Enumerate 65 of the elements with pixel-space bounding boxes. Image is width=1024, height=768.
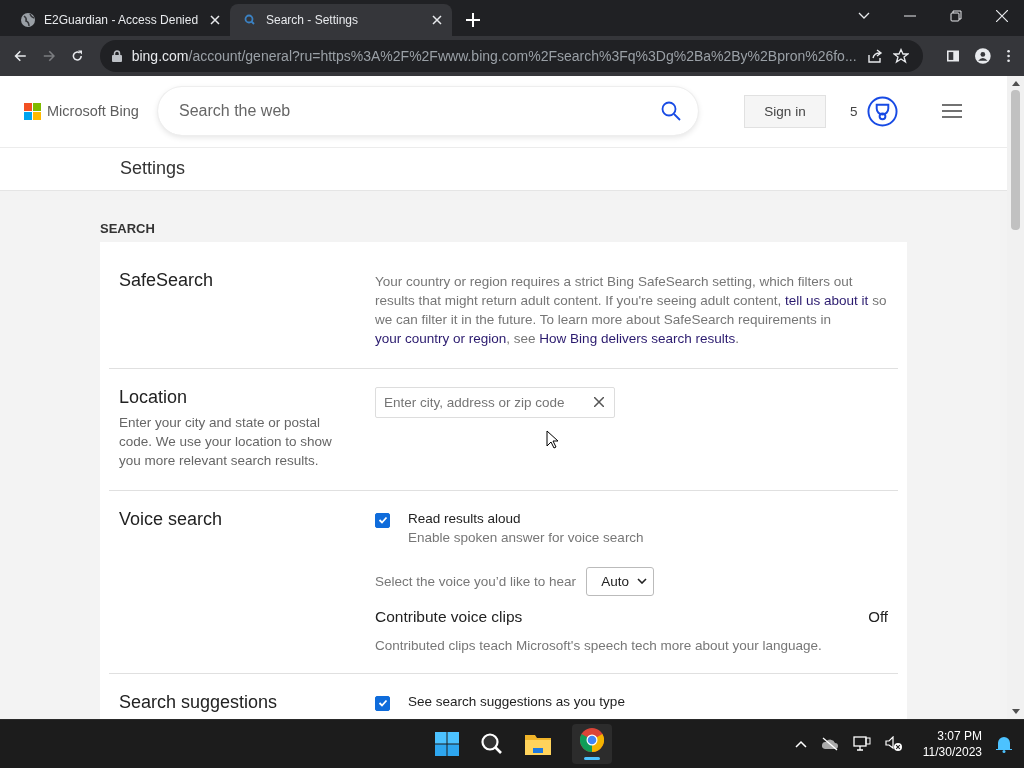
trophy-icon[interactable] xyxy=(866,95,898,127)
close-icon[interactable] xyxy=(432,14,442,25)
speaker-muted-icon[interactable] xyxy=(884,736,903,753)
close-icon[interactable] xyxy=(996,10,1008,22)
checkbox[interactable] xyxy=(375,512,390,528)
setting-description: Enter your city and state or postal code. We use your location to show you more relevant search results. xyxy=(119,413,333,470)
logo-text[interactable]: Microsoft Bing xyxy=(47,103,139,120)
setting-title: Voice search xyxy=(119,508,224,530)
checkbox-label: See search suggestions as you type xyxy=(408,692,625,711)
setting-title: SafeSearch xyxy=(119,269,215,291)
voice-dropdown[interactable]: Auto xyxy=(586,566,655,596)
windows-logo-icon xyxy=(24,102,41,120)
new-tab-icon[interactable] xyxy=(466,12,480,27)
chrome-taskbar-button[interactable] xyxy=(572,724,612,765)
chrome-icon xyxy=(580,728,604,753)
profile-icon[interactable] xyxy=(975,45,991,66)
caret-icon xyxy=(637,578,648,585)
folder-icon[interactable] xyxy=(525,733,551,756)
more-options-icon[interactable] xyxy=(1006,47,1010,64)
clear-icon[interactable] xyxy=(594,396,604,407)
rewards-points[interactable]: 5 xyxy=(850,103,858,119)
cloud-off-icon[interactable] xyxy=(820,737,839,752)
location-field[interactable]: Enter city, address or zip code xyxy=(375,386,615,418)
browser-tab[interactable]: Search - Settings xyxy=(230,3,452,36)
link[interactable]: tell us about it xyxy=(785,292,869,308)
check-icon xyxy=(377,698,388,709)
setting-title: Search suggestions xyxy=(119,691,279,713)
menu-icon[interactable] xyxy=(941,104,962,119)
info-paragraph: Your country or region requires a strict Bing SafeSearch setting, which filters out results that might return adult content. If you're seeing adult content, tell us about it so we can filter it in the future. To learn more about SafeSearch requirements in your country or region, see How Bing delivers search results. xyxy=(375,272,888,348)
setting-title: Location xyxy=(119,386,189,408)
globe-icon xyxy=(20,11,36,28)
restore-icon[interactable] xyxy=(950,10,962,22)
mouse-pointer-icon xyxy=(546,429,558,449)
setting-description: Contributed clips teach Microsoft's speech tech more about your language. xyxy=(375,637,823,653)
start-icon[interactable] xyxy=(435,732,459,757)
share-icon[interactable] xyxy=(866,47,883,64)
network-icon[interactable] xyxy=(852,736,871,753)
checkbox-hint: Enable spoken answer for voice search xyxy=(408,528,644,547)
tab-title: E2Guardian - Access Denied xyxy=(44,12,200,27)
address-bar[interactable]: bing.com/account/general?ru=https%3A%2F%2Fwww.bing.com%2Fsearch%3Fq%3Dg%2Ba%2By%2Bpron%26fo... xyxy=(99,39,923,72)
chevron-down-icon[interactable] xyxy=(858,12,870,20)
checkbox-label: Read results aloud xyxy=(408,509,522,528)
star-icon[interactable] xyxy=(892,47,909,64)
select-label: Select the voice you’d like to hear xyxy=(375,573,577,589)
setting-status[interactable]: Off xyxy=(868,607,888,626)
lock-icon xyxy=(111,49,122,62)
clock-date[interactable]: 11/30/2023 xyxy=(922,744,982,761)
search-icon[interactable] xyxy=(661,101,681,122)
page-title: Settings xyxy=(120,158,186,180)
setting-subtitle: Contribute voice clips xyxy=(375,607,523,626)
scrollbar-thumb[interactable] xyxy=(1011,89,1020,230)
checkbox[interactable] xyxy=(375,695,390,711)
bell-icon[interactable] xyxy=(996,735,1012,754)
tab-title: Search - Settings xyxy=(266,12,360,27)
check-icon xyxy=(377,515,388,526)
clock-time[interactable]: 3:07 PM xyxy=(937,728,982,745)
url-text: bing.com/account/general?ru=https%3A%2F%2Fwww.bing.com%2Fsearch%3Fq%3Dg%2Ba%2By%2Bpron%26fo... xyxy=(131,47,857,64)
close-icon[interactable] xyxy=(210,14,220,25)
section-heading: SEARCH xyxy=(100,220,156,236)
search-field[interactable]: Search the web xyxy=(158,87,698,136)
sign-in-button[interactable]: Sign in xyxy=(744,94,826,128)
chevron-up-icon[interactable] xyxy=(794,740,807,749)
browser-tab[interactable]: E2Guardian - Access Denied xyxy=(8,3,230,36)
scroll-down-icon[interactable] xyxy=(1011,709,1020,715)
scroll-up-icon[interactable] xyxy=(1011,80,1020,86)
